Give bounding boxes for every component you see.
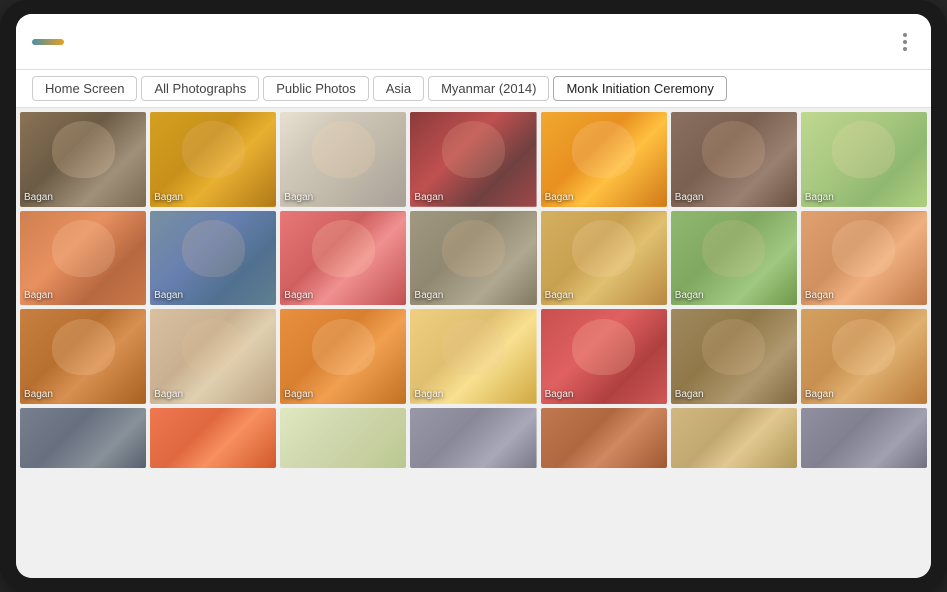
photo-cell-7[interactable]: Bagan <box>801 112 927 207</box>
photo-cell-11[interactable]: Bagan <box>410 211 536 306</box>
photo-label-2: Bagan <box>154 192 183 203</box>
photo-cell-24[interactable] <box>280 408 406 468</box>
photo-label-13: Bagan <box>675 290 704 301</box>
photo-cell-13[interactable]: Bagan <box>671 211 797 306</box>
breadcrumb-item-public-photos[interactable]: Public Photos <box>263 76 369 101</box>
photo-label-1: Bagan <box>24 192 53 203</box>
photo-label-4: Bagan <box>414 192 443 203</box>
menu-dot-3 <box>903 47 907 51</box>
more-menu-button[interactable] <box>895 25 915 59</box>
face-hint-15 <box>52 319 115 376</box>
face-hint-19 <box>572 319 635 376</box>
face-hint-12 <box>572 220 635 277</box>
face-hint-14 <box>832 220 895 277</box>
face-hint-1 <box>52 121 115 178</box>
photo-cell-17[interactable]: Bagan <box>280 309 406 404</box>
tablet-frame: Home ScreenAll PhotographsPublic PhotosA… <box>0 0 947 592</box>
breadcrumb-item-all-photos[interactable]: All Photographs <box>141 76 259 101</box>
face-hint-9 <box>182 220 245 277</box>
photo-cell-3[interactable]: Bagan <box>280 112 406 207</box>
face-hint-10 <box>312 220 375 277</box>
breadcrumb-item-asia[interactable]: Asia <box>373 76 424 101</box>
face-hint-4 <box>442 121 505 178</box>
photo-cell-22[interactable] <box>20 408 146 468</box>
photo-cell-27[interactable] <box>671 408 797 468</box>
logo-swoosh <box>32 39 64 45</box>
face-hint-7 <box>832 121 895 178</box>
photo-cell-6[interactable]: Bagan <box>671 112 797 207</box>
breadcrumb-item-home[interactable]: Home Screen <box>32 76 137 101</box>
breadcrumb-nav: Home ScreenAll PhotographsPublic PhotosA… <box>16 70 931 108</box>
face-hint-2 <box>182 121 245 178</box>
photo-label-17: Bagan <box>284 389 313 400</box>
photo-row-3 <box>20 408 927 468</box>
breadcrumb-item-myanmar[interactable]: Myanmar (2014) <box>428 76 549 101</box>
breadcrumb-item-ceremony[interactable]: Monk Initiation Ceremony <box>553 76 726 101</box>
photo-label-3: Bagan <box>284 192 313 203</box>
photo-label-21: Bagan <box>805 389 834 400</box>
header <box>16 14 931 70</box>
photo-label-19: Bagan <box>545 389 574 400</box>
face-hint-18 <box>442 319 505 376</box>
face-hint-11 <box>442 220 505 277</box>
header-left <box>32 38 74 45</box>
photo-label-9: Bagan <box>154 290 183 301</box>
photo-label-12: Bagan <box>545 290 574 301</box>
photo-label-7: Bagan <box>805 192 834 203</box>
face-hint-21 <box>832 319 895 376</box>
face-hint-16 <box>182 319 245 376</box>
photo-label-15: Bagan <box>24 389 53 400</box>
face-hint-13 <box>702 220 765 277</box>
photo-cell-28[interactable] <box>801 408 927 468</box>
photo-grid: BaganBaganBaganBaganBaganBaganBaganBagan… <box>16 108 931 578</box>
photo-row-0: Bagan Bagan Bagan Bagan Bagan Bagan Bagan <box>20 112 927 207</box>
face-hint-5 <box>572 121 635 178</box>
photo-label-5: Bagan <box>545 192 574 203</box>
photo-label-6: Bagan <box>675 192 704 203</box>
photo-cell-26[interactable] <box>541 408 667 468</box>
photo-label-20: Bagan <box>675 389 704 400</box>
face-hint-3 <box>312 121 375 178</box>
photo-cell-5[interactable]: Bagan <box>541 112 667 207</box>
face-hint-17 <box>312 319 375 376</box>
photo-label-14: Bagan <box>805 290 834 301</box>
face-hint-20 <box>702 319 765 376</box>
face-hint-6 <box>702 121 765 178</box>
photo-cell-2[interactable]: Bagan <box>150 112 276 207</box>
photo-cell-8[interactable]: Bagan <box>20 211 146 306</box>
photo-cell-12[interactable]: Bagan <box>541 211 667 306</box>
photo-cell-10[interactable]: Bagan <box>280 211 406 306</box>
photo-cell-16[interactable]: Bagan <box>150 309 276 404</box>
photo-label-16: Bagan <box>154 389 183 400</box>
photo-row-1: Bagan Bagan Bagan Bagan Bagan Bagan Bagan <box>20 211 927 306</box>
photo-cell-19[interactable]: Bagan <box>541 309 667 404</box>
photo-cell-18[interactable]: Bagan <box>410 309 536 404</box>
photo-cell-9[interactable]: Bagan <box>150 211 276 306</box>
photo-cell-25[interactable] <box>410 408 536 468</box>
photo-cell-4[interactable]: Bagan <box>410 112 536 207</box>
photo-cell-15[interactable]: Bagan <box>20 309 146 404</box>
photo-label-8: Bagan <box>24 290 53 301</box>
menu-dot-2 <box>903 40 907 44</box>
menu-dot-1 <box>903 33 907 37</box>
zenfolio-logo <box>32 38 64 45</box>
photo-cell-23[interactable] <box>150 408 276 468</box>
photo-row-2: Bagan Bagan Bagan Bagan Bagan Bagan Bagan <box>20 309 927 404</box>
face-hint-8 <box>52 220 115 277</box>
photo-cell-1[interactable]: Bagan <box>20 112 146 207</box>
photo-cell-20[interactable]: Bagan <box>671 309 797 404</box>
photo-label-18: Bagan <box>414 389 443 400</box>
photo-cell-21[interactable]: Bagan <box>801 309 927 404</box>
photo-cell-14[interactable]: Bagan <box>801 211 927 306</box>
screen: Home ScreenAll PhotographsPublic PhotosA… <box>16 14 931 578</box>
photo-label-11: Bagan <box>414 290 443 301</box>
photo-label-10: Bagan <box>284 290 313 301</box>
